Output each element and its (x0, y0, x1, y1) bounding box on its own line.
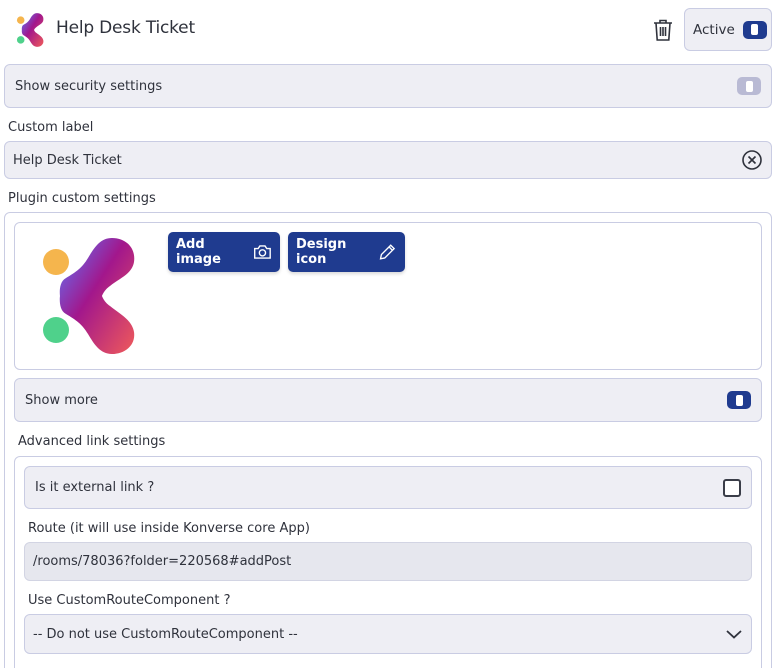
add-image-button[interactable]: Add image (168, 232, 280, 272)
toggle-knob (735, 394, 743, 406)
external-link-label: Is it external link ? (35, 480, 155, 495)
chevron-down-icon (726, 630, 742, 639)
external-link-row[interactable]: Is it external link ? (24, 466, 752, 509)
external-link-checkbox[interactable] (723, 478, 741, 497)
clear-circle-icon[interactable] (741, 149, 763, 171)
advanced-link-heading: Advanced link settings (18, 434, 166, 449)
custom-route-selected: -- Do not use CustomRouteComponent -- (33, 626, 298, 642)
custom-label-value[interactable]: Help Desk Ticket (13, 153, 122, 168)
show-more-toggle-row[interactable]: Show more (14, 378, 762, 422)
active-toggle-group[interactable]: Active (684, 8, 772, 51)
trash-icon[interactable] (652, 18, 674, 42)
active-label: Active (693, 21, 735, 38)
camera-icon (254, 245, 271, 259)
custom-label-heading: Custom label (8, 120, 94, 135)
pencil-icon (380, 244, 396, 260)
app-logo-icon (16, 13, 44, 47)
route-value[interactable]: /rooms/78036?folder=220568#addPost (33, 554, 291, 569)
design-icon-label: Design icon (296, 237, 347, 267)
show-more-toggle[interactable] (727, 391, 751, 409)
toggle-knob (745, 80, 753, 92)
add-image-label: Add image (176, 237, 221, 267)
show-more-label: Show more (25, 392, 98, 408)
custom-label-field[interactable]: Help Desk Ticket (4, 141, 772, 179)
custom-route-select[interactable]: -- Do not use CustomRouteComponent -- (24, 614, 752, 654)
page-title: Help Desk Ticket (56, 18, 195, 38)
plugin-logo-image (43, 238, 135, 354)
custom-route-label: Use CustomRouteComponent ? (28, 593, 231, 608)
route-label: Route (it will use inside Konverse core … (28, 521, 310, 536)
security-settings-toggle[interactable] (737, 77, 761, 95)
active-toggle[interactable] (742, 20, 767, 39)
plugin-settings-heading: Plugin custom settings (8, 191, 156, 206)
security-settings-label: Show security settings (15, 78, 163, 94)
security-settings-toggle-row[interactable]: Show security settings (4, 64, 772, 108)
design-icon-button[interactable]: Design icon (288, 232, 405, 272)
toggle-knob (751, 24, 759, 35)
route-field[interactable]: /rooms/78036?folder=220568#addPost (24, 542, 752, 581)
